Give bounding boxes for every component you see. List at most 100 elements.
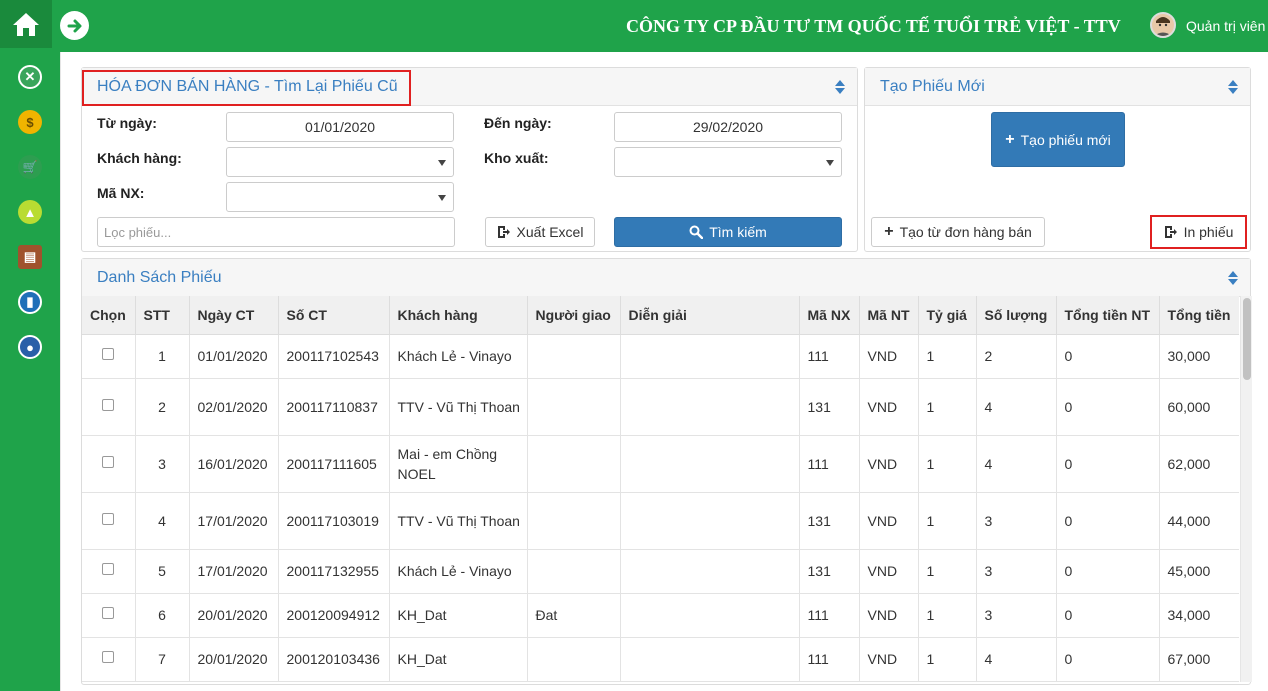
sidebar-item-user[interactable]: ● (18, 335, 42, 359)
sidebar-item-bag[interactable]: ▲ (18, 200, 42, 224)
customer-cell: Mai - em Chồng NOEL (389, 435, 528, 493)
select-cell (82, 378, 136, 436)
column-header[interactable]: Diễn giải (620, 296, 800, 335)
rate-cell: 1 (918, 334, 977, 379)
customer-cell: KH_Dat (389, 637, 528, 682)
table-row[interactable]: 4 17/01/2020 200117103019 TTV - Vũ Thị Thoa… (82, 492, 1239, 550)
table-row[interactable]: 1 01/01/2020 200117102543 Khách Lẻ - Vinayo… (82, 334, 1239, 379)
table-row[interactable]: 5 17/01/2020 200117132955 Khách Lẻ - Vinayo… (82, 549, 1239, 594)
quantity-cell: 3 (976, 492, 1057, 550)
shopping-bag-icon: ▲ (18, 200, 42, 224)
row-checkbox[interactable] (102, 455, 115, 468)
code-cell: 111 (799, 593, 860, 638)
column-header[interactable]: STT (135, 296, 190, 335)
table-row[interactable]: 6 20/01/2020 200120094912 KH_Dat Đat 111 VND 1 3… (82, 593, 1239, 638)
top-bar: CÔNG TY CP ĐẦU TƯ TM QUỐC TẾ TUỔI TRẺ VI… (60, 0, 1268, 52)
column-header[interactable]: Ngày CT (189, 296, 279, 335)
total-nt-cell: 0 (1056, 334, 1160, 379)
export-icon (497, 226, 510, 238)
user-icon: ● (18, 335, 42, 359)
chevron-down-icon (438, 160, 446, 166)
warehouse-select[interactable] (614, 147, 842, 177)
home-button[interactable] (0, 0, 52, 48)
table-row[interactable]: 7 20/01/2020 200120103436 KH_Dat 111 VND 1 4 0 67… (82, 637, 1239, 682)
user-name[interactable]: Quản trị viên (1186, 18, 1265, 34)
collapse-icon[interactable] (1228, 271, 1238, 285)
quantity-cell: 2 (976, 334, 1057, 379)
total-nt-cell: 0 (1056, 549, 1160, 594)
scrollbar-thumb[interactable] (1243, 298, 1251, 380)
currency-cell: VND (859, 593, 919, 638)
rate-cell: 1 (918, 637, 977, 682)
row-checkbox[interactable] (102, 651, 115, 664)
customer-select[interactable] (226, 147, 454, 177)
currency-cell: VND (859, 334, 919, 379)
number-cell: 200117102543 (278, 334, 390, 379)
row-checkbox[interactable] (102, 563, 115, 576)
stt-cell: 6 (135, 593, 190, 638)
sidebar-item-cart[interactable]: 🛒 (18, 155, 42, 179)
from-order-button[interactable]: + Tạo từ đơn hàng bán (871, 217, 1045, 247)
sidebar-item-report[interactable]: ▮ (18, 290, 42, 314)
sidebar-item-warehouse[interactable]: ▤ (18, 245, 42, 269)
select-cell (82, 637, 136, 682)
total-nt-cell: 0 (1056, 378, 1160, 436)
to-date-field[interactable]: 29/02/2020 (614, 112, 842, 142)
row-checkbox[interactable] (102, 398, 115, 411)
search-button[interactable]: Tìm kiếm (614, 217, 842, 247)
sidebar-item-money[interactable]: $ (18, 110, 42, 134)
total-cell: 30,000 (1159, 334, 1239, 379)
total-cell: 67,000 (1159, 637, 1239, 682)
row-checkbox[interactable] (102, 348, 115, 361)
new-slip-button[interactable]: + Tạo phiếu mới (991, 112, 1125, 167)
stt-cell: 3 (135, 435, 190, 493)
customer-cell: TTV - Vũ Thị Thoan (389, 492, 528, 550)
date-cell: 02/01/2020 (189, 378, 279, 436)
currency-cell: VND (859, 435, 919, 493)
total-nt-cell: 0 (1056, 637, 1160, 682)
column-header[interactable]: Người giao (527, 296, 621, 335)
row-checkbox[interactable] (102, 607, 115, 620)
from-date-field[interactable]: 01/01/2020 (226, 112, 454, 142)
new-slip-panel-title: Tạo Phiếu Mới (880, 78, 985, 95)
stt-cell: 4 (135, 492, 190, 550)
avatar[interactable] (1150, 12, 1176, 38)
forward-button[interactable] (60, 11, 89, 40)
tools-icon: ✕ (18, 65, 42, 89)
table-scrollbar[interactable] (1240, 296, 1252, 682)
stt-cell: 1 (135, 334, 190, 379)
collapse-icon[interactable] (1228, 80, 1238, 94)
description-cell (620, 378, 800, 436)
print-button[interactable]: In phiếu (1154, 219, 1243, 245)
column-header[interactable]: Mã NX (799, 296, 860, 335)
code-select[interactable] (226, 182, 454, 212)
column-header[interactable]: Tổng tiền (1159, 296, 1239, 335)
cart-icon: 🛒 (18, 155, 42, 179)
table-row[interactable]: 3 16/01/2020 200117111605 Mai - em Chồng NO… (82, 435, 1239, 493)
chart-icon: ▮ (18, 290, 42, 314)
code-cell: 111 (799, 637, 860, 682)
column-header[interactable]: Tổng tiền NT (1056, 296, 1160, 335)
chevron-down-icon (438, 195, 446, 201)
quantity-cell: 3 (976, 593, 1057, 638)
column-header[interactable]: Số CT (278, 296, 390, 335)
print-export-icon (1164, 226, 1177, 238)
column-header[interactable]: Khách hàng (389, 296, 528, 335)
column-header[interactable]: Tỷ giá (918, 296, 977, 335)
filter-input[interactable]: Lọc phiếu... (97, 217, 455, 247)
customer-label: Khách hàng: (97, 150, 182, 166)
number-cell: 200117103019 (278, 492, 390, 550)
table-row[interactable]: 2 02/01/2020 200117110837 TTV - Vũ Thị Thoa… (82, 378, 1239, 436)
row-checkbox[interactable] (102, 512, 115, 525)
money-bag-icon: $ (18, 110, 42, 134)
column-header[interactable]: Số lượng (976, 296, 1057, 335)
number-cell: 200117110837 (278, 378, 390, 436)
select-cell (82, 593, 136, 638)
collapse-icon[interactable] (835, 80, 845, 94)
column-header[interactable]: Chọn (82, 296, 136, 335)
quantity-cell: 4 (976, 378, 1057, 436)
column-header[interactable]: Mã NT (859, 296, 919, 335)
sidebar-item-tools[interactable]: ✕ (18, 65, 42, 89)
total-cell: 34,000 (1159, 593, 1239, 638)
export-excel-button[interactable]: Xuất Excel (485, 217, 595, 247)
